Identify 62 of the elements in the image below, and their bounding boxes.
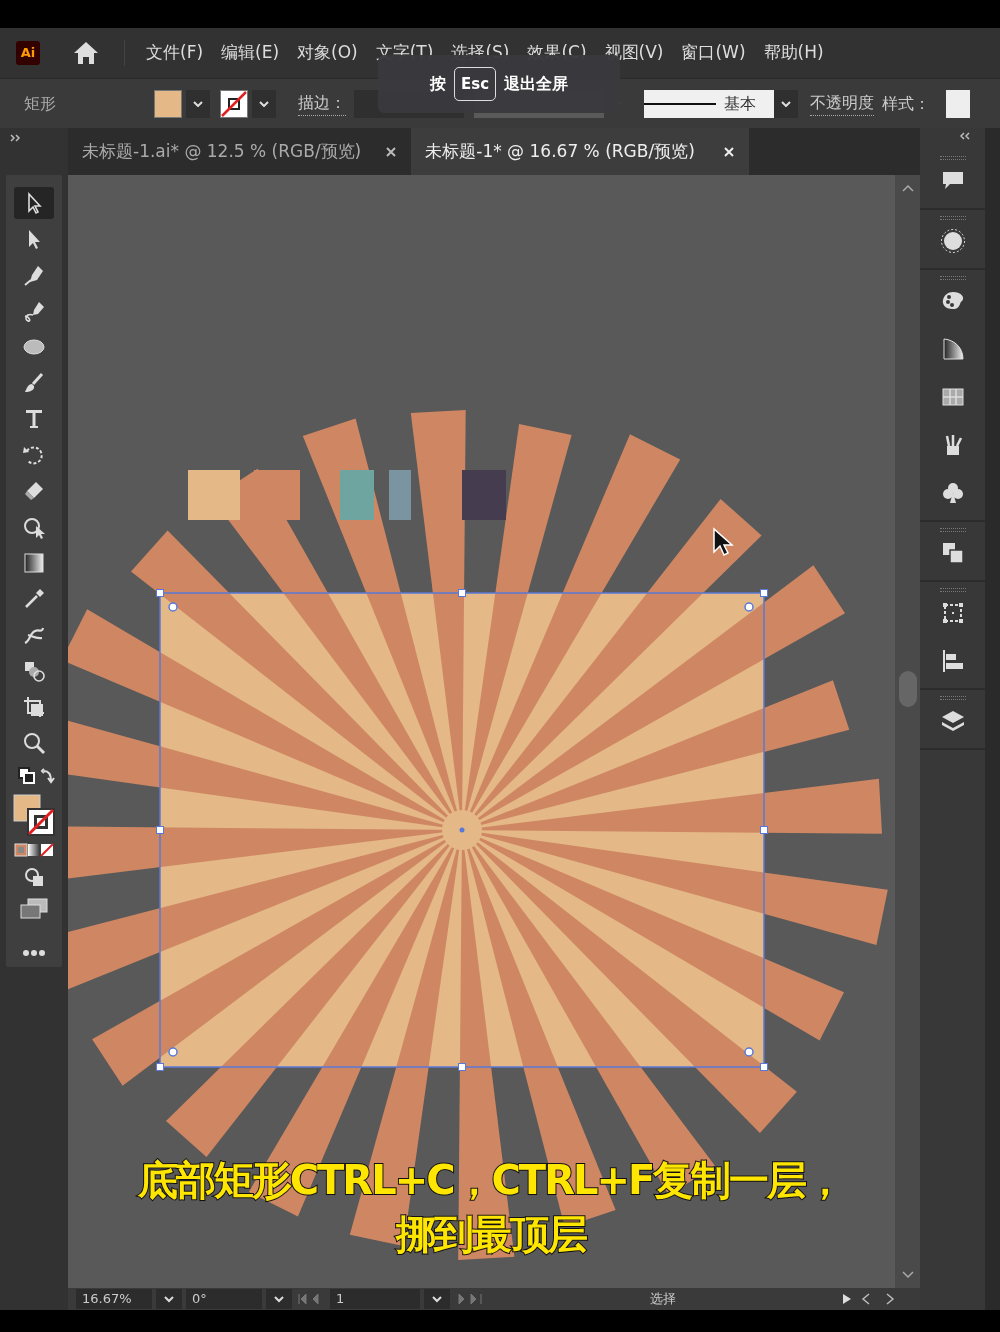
line-sample-icon [644, 101, 716, 106]
menu-item[interactable]: 文件(F) [137, 40, 213, 66]
style-label: 样式： [882, 92, 930, 115]
close-icon [722, 145, 735, 158]
hint-text: 退出全屏 [504, 73, 569, 95]
shapes-icon [22, 659, 46, 683]
zoom-icon [22, 731, 46, 755]
menu-item[interactable]: 窗口(W) [672, 40, 755, 66]
screen-mode-icon[interactable] [19, 897, 49, 921]
tool-button[interactable] [14, 187, 54, 219]
close-icon [385, 145, 398, 158]
caret-icon [193, 100, 203, 107]
rotate-icon [22, 443, 46, 467]
menu-item[interactable]: 视图(V) [595, 40, 673, 66]
crop-icon [22, 695, 46, 719]
fill-dropdown[interactable] [186, 89, 210, 118]
scroll-up-icon[interactable] [901, 183, 914, 193]
collapse-icon[interactable] [959, 132, 971, 140]
caret-icon [259, 100, 269, 107]
stroke-style-dropdown[interactable] [774, 89, 798, 118]
brush-icon [22, 371, 46, 395]
layers-icon[interactable] [939, 708, 966, 734]
key-label: Esc [453, 66, 497, 102]
app-logo: Ai [16, 41, 40, 65]
gradient-icon [22, 551, 46, 575]
expand-icon[interactable] [10, 134, 22, 142]
hint-text: 按 [429, 73, 446, 95]
cursor-icon [713, 527, 734, 557]
more-icon[interactable] [22, 949, 46, 957]
eraser-icon [22, 479, 46, 503]
document-tab[interactable]: 未标题-1* @ 16.67 % (RGB/预览) [411, 128, 749, 175]
menu-item[interactable]: 对象(O) [288, 40, 367, 66]
scroll-thumb[interactable] [898, 671, 917, 707]
zoom-field[interactable]: 16.67% [76, 1289, 152, 1309]
color-mode-icon[interactable] [13, 843, 55, 857]
rotation-field[interactable]: 0° [186, 1289, 262, 1309]
scroll-down-icon[interactable] [901, 1270, 914, 1280]
dotted-circle-icon[interactable] [939, 228, 966, 254]
opacity-label[interactable]: 不透明度 [810, 91, 874, 116]
home-icon[interactable] [72, 40, 100, 66]
status-tool-label[interactable]: 选择 [488, 1289, 838, 1309]
draw-mode-icon[interactable] [22, 865, 46, 889]
status-dropdown[interactable] [424, 1289, 450, 1309]
play-icon[interactable] [842, 1293, 852, 1305]
pen-curve-icon [22, 299, 46, 323]
fill-swatch[interactable] [154, 89, 182, 118]
status-dropdown[interactable] [156, 1289, 182, 1309]
caret-icon [781, 100, 791, 107]
vertical-scrollbar[interactable] [895, 175, 920, 1288]
menu-item[interactable]: 帮助(H) [754, 40, 833, 66]
tool-name-label: 矩形 [24, 92, 57, 115]
stroke-dropdown[interactable] [252, 89, 276, 118]
stroke-style-field[interactable]: 基本 [644, 89, 774, 118]
circle-arrow-icon [22, 515, 46, 539]
pen-icon [22, 263, 46, 287]
stroke-swatch[interactable] [220, 89, 248, 118]
artboard-field[interactable]: 1 [330, 1289, 420, 1309]
status-dropdown[interactable] [266, 1289, 292, 1309]
fill-stroke-icon[interactable] [12, 793, 56, 837]
graphic-style-swatch[interactable] [946, 89, 970, 118]
stroke-label[interactable]: 描边： [298, 91, 346, 116]
menu-item[interactable]: 编辑(E) [212, 40, 289, 66]
